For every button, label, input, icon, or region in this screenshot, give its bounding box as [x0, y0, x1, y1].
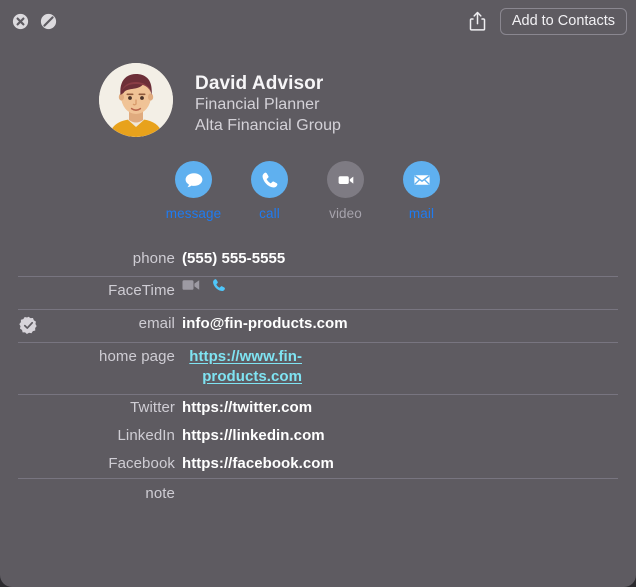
contact-full-name: David Advisor [195, 73, 324, 94]
avatar [99, 63, 173, 137]
call-circle [251, 161, 288, 198]
action-call-button[interactable]: call [251, 161, 288, 221]
message-circle [175, 161, 212, 198]
field-value-facebook[interactable]: https://facebook.com [182, 450, 636, 478]
phone-handset-icon [262, 172, 277, 187]
row-separator [18, 309, 618, 310]
action-message-label: message [165, 206, 222, 221]
field-row-facebook: Facebook https://facebook.com [0, 450, 636, 478]
field-value-note[interactable] [182, 478, 636, 492]
field-row-linkedin: LinkedIn https://linkedin.com [0, 422, 636, 450]
field-value-linkedin[interactable]: https://linkedin.com [182, 422, 636, 450]
verified-check-badge-icon [18, 316, 38, 336]
field-label-homepage: home page [99, 348, 175, 365]
field-value-email[interactable]: info@fin-products.com [182, 309, 636, 342]
row-separator [18, 276, 618, 277]
contact-organization: Alta Financial Group [195, 116, 341, 134]
close-circle-icon[interactable] [10, 11, 30, 31]
block-circle-icon[interactable] [38, 11, 58, 31]
field-row-phone: phone (555) 555-5555 [0, 244, 636, 276]
row-separator [18, 478, 618, 479]
speech-bubble-icon [185, 172, 202, 187]
contact-job-title: Financial Planner [195, 96, 320, 113]
name-block: David Advisor Financial Planner Alta Fin… [195, 63, 341, 136]
field-row-homepage: home page https://www.fin-products.com [0, 342, 636, 394]
field-row-twitter: Twitter https://twitter.com [0, 394, 636, 422]
row-separator [18, 394, 618, 395]
action-mail-label: mail [408, 206, 435, 221]
contact-fields-list: phone (555) 555-5555 FaceTime email info… [0, 244, 636, 512]
video-camera-icon [338, 175, 353, 184]
field-value-twitter[interactable]: https://twitter.com [182, 394, 636, 422]
field-label-phone: phone [132, 250, 175, 267]
row-separator [18, 342, 618, 343]
toolbar-right-group: Add to Contacts [465, 7, 627, 35]
action-video-button: video [327, 161, 364, 221]
facetime-video-icon[interactable] [182, 278, 201, 292]
facetime-audio-icon[interactable] [211, 277, 227, 293]
toolbar-left-group [10, 11, 58, 31]
envelope-icon [413, 174, 430, 185]
field-label-note: note [145, 485, 175, 502]
video-circle [327, 161, 364, 198]
field-label-twitter: Twitter [130, 399, 175, 416]
quick-actions-row: message call video mail [166, 161, 440, 221]
field-row-note: note [0, 478, 636, 512]
field-value-facetime [182, 276, 636, 301]
field-value-homepage-link[interactable]: https://www.fin-products.com [182, 342, 324, 394]
field-label-linkedin: LinkedIn [117, 427, 175, 444]
mail-circle [403, 161, 440, 198]
action-message-button[interactable]: message [166, 161, 221, 221]
window-toolbar: Add to Contacts [0, 0, 636, 42]
field-label-facetime: FaceTime [108, 282, 175, 299]
person-avatar-icon [99, 63, 173, 137]
contact-card-window: Add to Contacts David Advisor Financial … [0, 0, 636, 587]
field-row-email: email info@fin-products.com [0, 309, 636, 342]
field-row-facetime: FaceTime [0, 276, 636, 309]
action-call-label: call [259, 206, 280, 221]
add-to-contacts-button[interactable]: Add to Contacts [499, 7, 627, 35]
field-label-facebook: Facebook [108, 455, 175, 472]
action-video-label: video [329, 206, 362, 221]
action-mail-button[interactable]: mail [403, 161, 440, 221]
contact-header: David Advisor Financial Planner Alta Fin… [99, 63, 341, 137]
field-value-phone[interactable]: (555) 555-5555 [182, 244, 636, 276]
share-icon[interactable] [465, 7, 491, 35]
